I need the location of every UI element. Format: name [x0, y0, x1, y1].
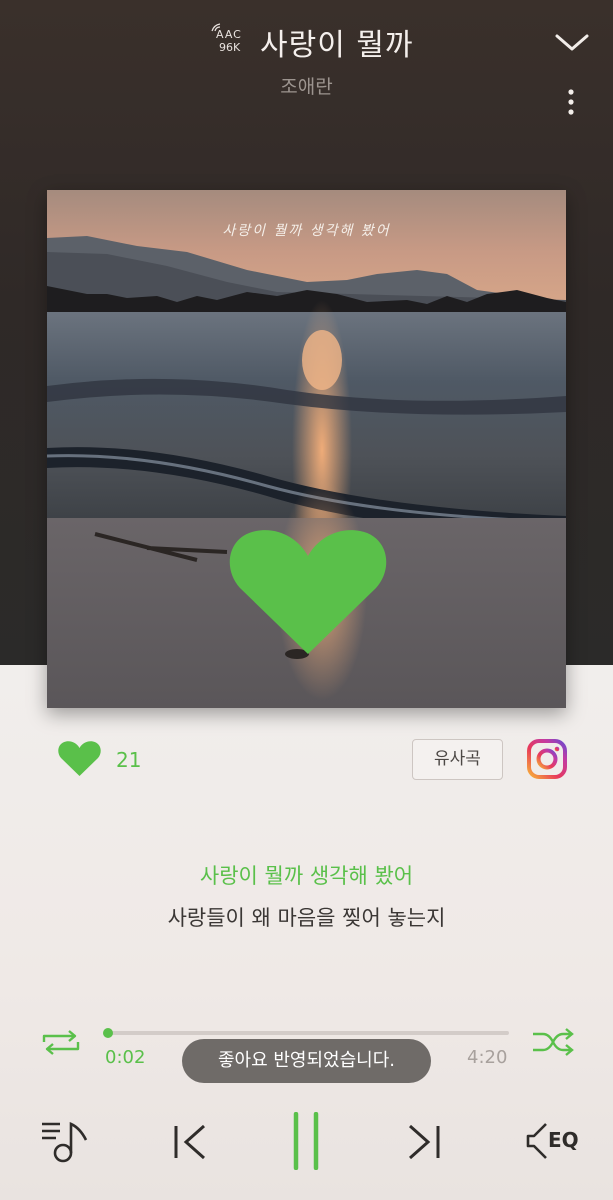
lyric-next-line[interactable]: 사랑들이 왜 마음을 찢어 놓는지	[0, 902, 613, 932]
total-time: 4:20	[467, 1047, 508, 1068]
similar-songs-button[interactable]: 유사곡	[412, 739, 503, 780]
repeat-icon[interactable]	[40, 1028, 82, 1056]
chevron-down-icon[interactable]	[553, 30, 591, 54]
pause-icon[interactable]	[290, 1112, 322, 1170]
audio-quality-badge: AAC 96K	[211, 23, 252, 56]
quality-codec: AAC	[216, 28, 242, 41]
elapsed-time: 0:02	[105, 1047, 146, 1068]
toast-message: 좋아요 반영되었습니다.	[182, 1039, 431, 1083]
skip-next-icon[interactable]	[404, 1122, 444, 1162]
like-count: 21	[116, 748, 142, 772]
instagram-icon[interactable]	[526, 738, 568, 780]
heart-icon[interactable]	[57, 740, 102, 778]
progress-track[interactable]	[103, 1028, 509, 1038]
playlist-icon[interactable]	[40, 1118, 90, 1166]
like-animation-heart-icon	[229, 530, 387, 654]
shuffle-icon[interactable]	[531, 1028, 575, 1056]
artist-name[interactable]: 조애란	[0, 72, 613, 99]
more-vertical-icon[interactable]	[562, 86, 580, 120]
lyric-current-line[interactable]: 사랑이 뭘까 생각해 봤어	[0, 860, 613, 890]
quality-bitrate: 96K	[219, 41, 241, 54]
eq-label[interactable]: EQ	[548, 1128, 579, 1152]
song-title: 사랑이 뭘까	[260, 28, 414, 63]
album-overlay-text: 사랑이 뭘까 생각해 봤어	[222, 223, 391, 239]
skip-previous-icon[interactable]	[170, 1122, 210, 1162]
